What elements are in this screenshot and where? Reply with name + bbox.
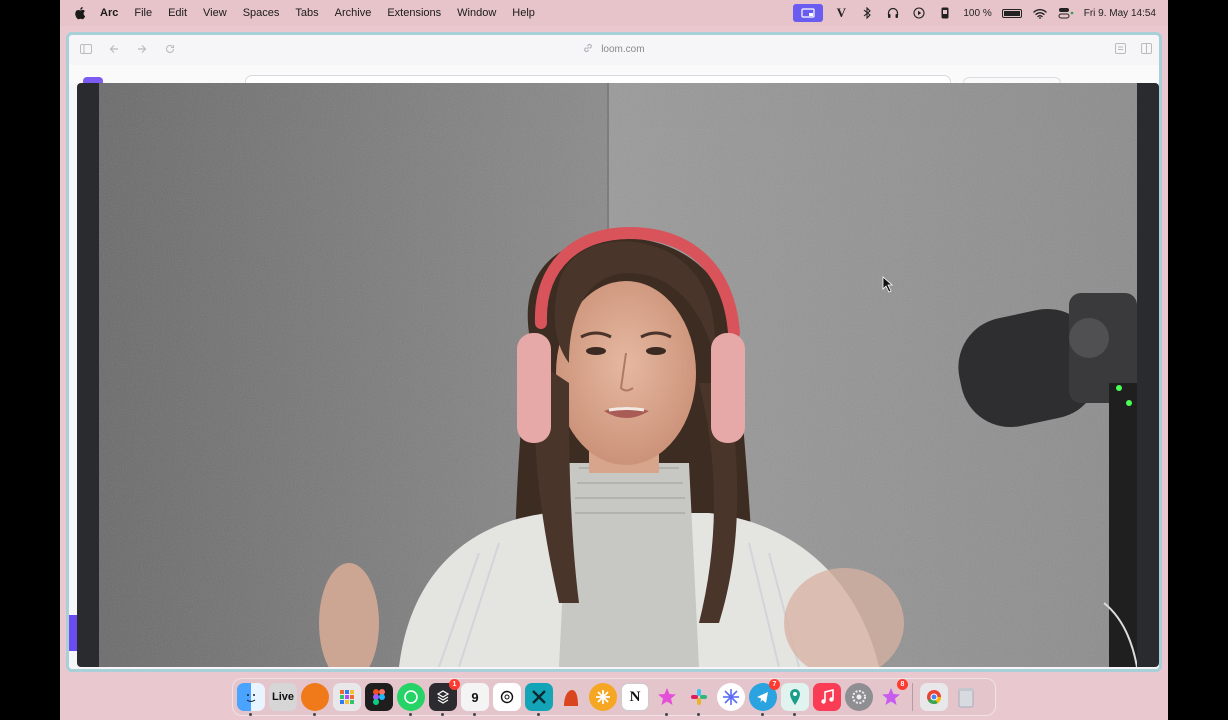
running-indicator [473, 713, 476, 716]
split-view-icon[interactable] [1139, 43, 1153, 57]
running-indicator [537, 713, 540, 716]
screen-share-icon[interactable] [793, 4, 824, 22]
calendar-day: 9 [471, 689, 479, 705]
launchpad-icon[interactable] [333, 683, 361, 711]
menu-extensions[interactable]: Extensions [387, 7, 441, 19]
menu-view[interactable]: View [203, 7, 227, 19]
control-center-icon[interactable] [1058, 5, 1074, 21]
telegram-icon[interactable]: 7 [749, 679, 780, 716]
live-app-icon[interactable]: Live [269, 683, 297, 711]
running-indicator [313, 713, 316, 716]
fl-studio-icon[interactable] [301, 683, 329, 716]
running-indicator [409, 713, 412, 716]
live-app-label: Live [271, 691, 294, 703]
music-icon[interactable] [813, 683, 841, 711]
notion-label: N [629, 688, 641, 705]
video-content-image [99, 83, 1137, 667]
running-indicator [697, 713, 700, 716]
system-settings-icon[interactable] [845, 683, 873, 711]
menu-bar: Arc File Edit View Spaces Tabs Archive E… [60, 0, 1168, 26]
cursor-app-icon[interactable] [525, 683, 553, 716]
menu-spaces[interactable]: Spaces [243, 7, 280, 19]
calendar-icon[interactable]: 9 [461, 683, 489, 716]
play-icon[interactable] [911, 5, 927, 21]
tasks-app-icon[interactable]: 1 [429, 679, 460, 716]
menu-app-name[interactable]: Arc [100, 7, 118, 19]
running-indicator [665, 713, 668, 716]
link-icon [583, 43, 596, 55]
finder-icon[interactable] [237, 683, 265, 716]
sparkle-badge: 8 [897, 679, 908, 690]
map-app-icon[interactable] [781, 683, 809, 716]
url-text: loom.com [601, 44, 645, 55]
telegram-badge: 7 [769, 679, 780, 690]
menu-archive[interactable]: Archive [335, 7, 372, 19]
video-frame[interactable] [99, 83, 1137, 667]
notion-icon[interactable]: N [621, 683, 649, 711]
desktop: Arc File Edit View Spaces Tabs Archive E… [60, 0, 1168, 720]
menu-help[interactable]: Help [512, 7, 535, 19]
browser-toolbar: loom.com [69, 35, 1159, 65]
battery-percent: 100 % [963, 7, 992, 19]
shortcut-app-icon[interactable] [653, 683, 681, 716]
running-indicator [249, 713, 252, 716]
apple-icon[interactable] [74, 6, 86, 20]
figma-icon[interactable] [365, 683, 393, 711]
running-indicator [793, 713, 796, 716]
menu-edit[interactable]: Edit [168, 7, 187, 19]
video-player[interactable] [77, 83, 1159, 667]
chrome-window-icon[interactable] [920, 683, 948, 711]
bluetooth-icon[interactable] [859, 5, 875, 21]
running-indicator [761, 713, 764, 716]
chatgpt-icon[interactable] [493, 683, 521, 711]
animal-app-icon[interactable] [557, 683, 585, 711]
menu-window[interactable]: Window [457, 7, 496, 19]
dock-separator [912, 683, 913, 711]
menubar-clock[interactable]: Fri 9. May 14:54 [1084, 8, 1156, 19]
battery-icon[interactable] [1001, 8, 1022, 18]
page-header [69, 65, 1159, 89]
running-indicator [441, 713, 444, 716]
perplexity-icon[interactable] [717, 683, 745, 711]
claude-icon[interactable] [589, 683, 617, 711]
address-bar[interactable]: loom.com [69, 43, 1159, 55]
menu-file[interactable]: File [134, 7, 152, 19]
reader-icon[interactable] [1113, 43, 1127, 57]
whatsapp-icon[interactable] [397, 683, 425, 716]
wifi-icon[interactable] [1032, 5, 1048, 21]
v-app-icon[interactable]: V [833, 5, 849, 21]
dock: Live 1 9 N 7 8 [232, 678, 996, 716]
menu-tabs[interactable]: Tabs [295, 7, 318, 19]
device-icon[interactable] [937, 5, 953, 21]
sparkle-app-icon[interactable]: 8 [877, 679, 908, 711]
slack-icon[interactable] [685, 683, 713, 716]
trash-icon[interactable] [952, 683, 980, 711]
headphones-icon[interactable] [885, 5, 901, 21]
screen: Arc File Edit View Spaces Tabs Archive E… [0, 0, 1228, 720]
tasks-badge: 1 [449, 679, 460, 690]
browser-window: loom.com [66, 32, 1162, 672]
